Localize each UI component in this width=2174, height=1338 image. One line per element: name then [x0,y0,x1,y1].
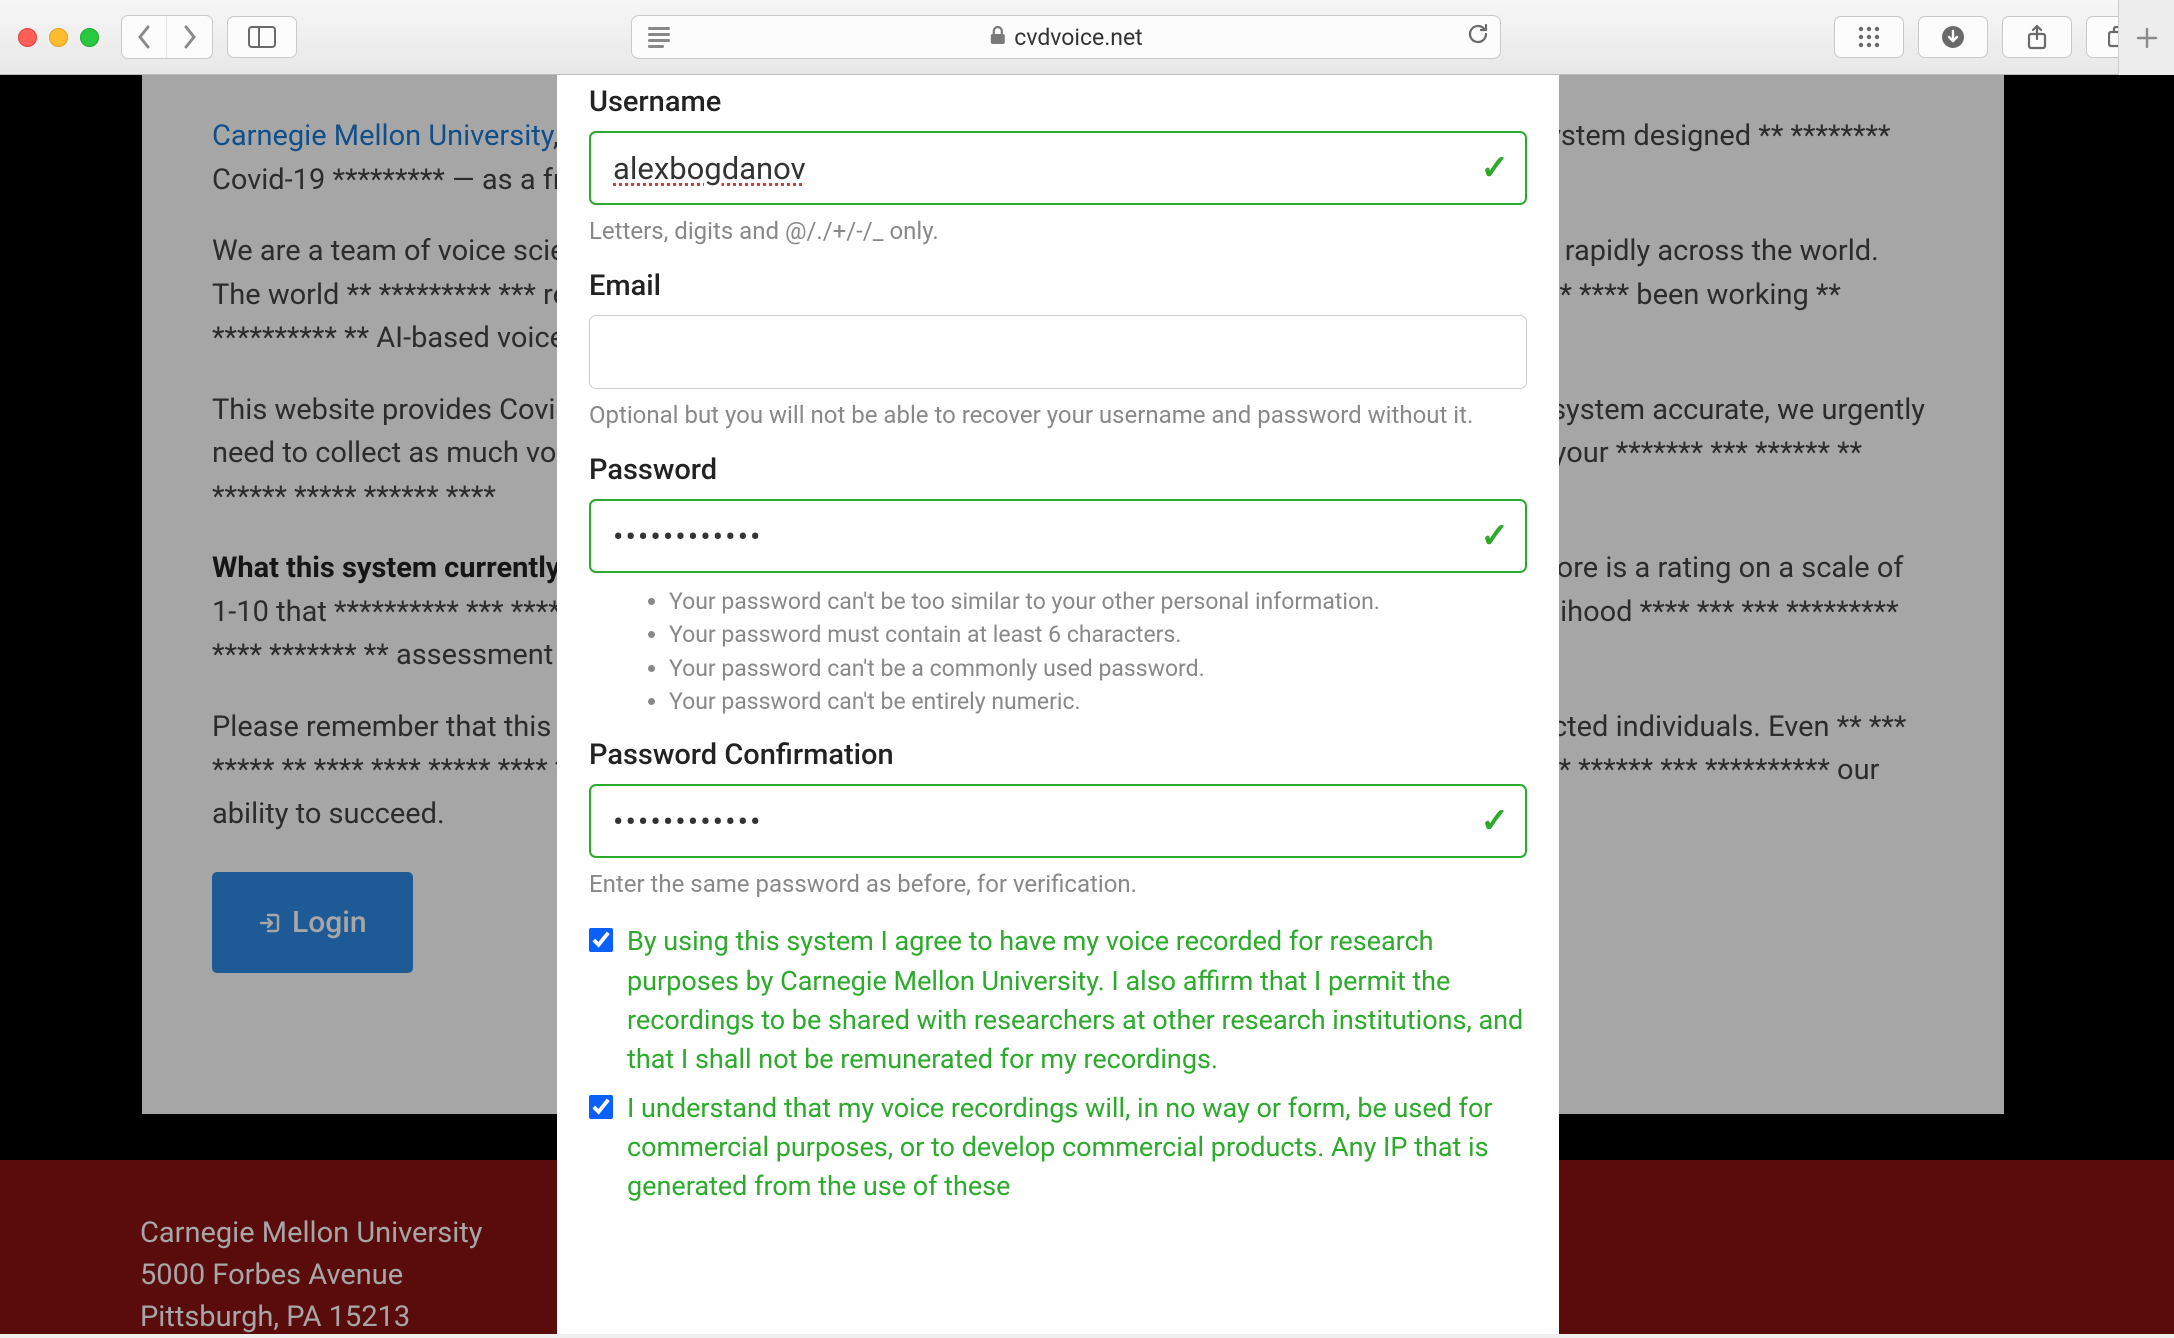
nav-button-group [121,15,213,59]
reload-icon [1466,22,1490,46]
back-button[interactable] [122,16,167,58]
agreement-2-checkbox[interactable] [589,1095,613,1119]
maximize-window-button[interactable] [80,28,99,47]
password-confirm-input[interactable]: •••••••••••• [589,784,1527,858]
forward-button[interactable] [167,16,212,58]
sidebar-icon [248,26,276,48]
new-tab-button[interactable] [2118,0,2174,75]
check-icon: ✓ [1481,148,1510,188]
window-controls [18,28,99,47]
password-value: •••••••••••• [613,518,763,555]
username-input[interactable]: alexbogdanov [589,131,1527,205]
password-confirm-label: Password Confirmation [589,738,1527,772]
email-input[interactable] [589,315,1527,389]
check-icon: ✓ [1481,801,1510,841]
agreement-1-text: By using this system I agree to have my … [627,922,1527,1079]
chevron-left-icon [136,25,152,49]
top-sites-button[interactable] [1834,16,1904,58]
pw-rule: Your password can't be a commonly used p… [669,652,1527,685]
url-text: cvdvoice.net [1014,24,1142,51]
address-bar[interactable]: cvdvoice.net [631,15,1501,59]
email-label: Email [589,269,1527,303]
browser-toolbar: cvdvoice.net [0,0,2174,75]
agreement-2-text: I understand that my voice recordings wi… [627,1089,1527,1206]
share-icon [2026,24,2048,50]
close-window-button[interactable] [18,28,37,47]
check-icon: ✓ [1481,516,1510,556]
download-icon [1941,25,1965,49]
grid-icon [1857,25,1881,49]
password-confirm-value: •••••••••••• [613,803,763,840]
username-help: Letters, digits and @/./+/-/_ only. [589,217,1527,245]
password-input[interactable]: •••••••••••• [589,499,1527,573]
sidebar-toggle-button[interactable] [227,16,297,58]
url-display: cvdvoice.net [988,24,1142,51]
password-confirm-help: Enter the same password as before, for v… [589,870,1527,898]
username-label: Username [589,85,1527,119]
reload-button[interactable] [1466,22,1490,53]
pw-rule: Your password can't be entirely numeric. [669,685,1527,718]
username-value: alexbogdanov [613,150,806,187]
downloads-button[interactable] [1918,16,1988,58]
lock-icon [988,25,1006,50]
chevron-right-icon [182,25,198,49]
email-help: Optional but you will not be able to rec… [589,401,1527,429]
minimize-window-button[interactable] [49,28,68,47]
plus-icon [2135,26,2159,50]
password-label: Password [589,453,1527,487]
pw-rule: Your password must contain at least 6 ch… [669,618,1527,651]
reader-view-button[interactable] [642,27,676,48]
pw-rule: Your password can't be too similar to yo… [669,585,1527,618]
password-rules: Your password can't be too similar to yo… [589,585,1527,718]
share-button[interactable] [2002,16,2072,58]
signup-modal: Username alexbogdanov ✓ Letters, digits … [557,75,1559,1334]
agreement-1-checkbox[interactable] [589,928,613,952]
